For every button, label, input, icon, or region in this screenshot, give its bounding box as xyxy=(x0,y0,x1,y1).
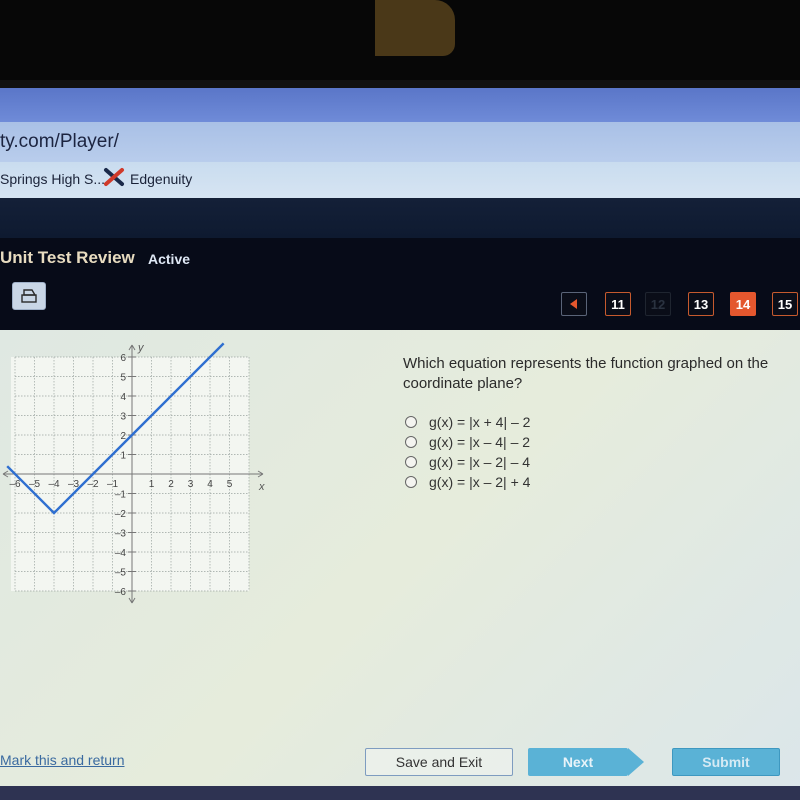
y-tick-label: –1 xyxy=(115,490,127,501)
y-tick-label: 3 xyxy=(120,412,126,423)
print-button[interactable] xyxy=(12,282,46,310)
answer-options: g(x) = |x + 4| – 2 g(x) = |x – 4| – 2 g(… xyxy=(405,412,530,492)
y-tick-label: 6 xyxy=(120,353,126,364)
y-tick-label: –6 xyxy=(115,587,127,598)
x-tick-label: 3 xyxy=(188,479,194,490)
x-tick-label: –4 xyxy=(48,479,60,490)
x-tick-label: –1 xyxy=(107,479,119,490)
edgenuity-x-icon xyxy=(104,168,124,186)
bookmark-edgenuity[interactable]: Edgenuity xyxy=(130,171,192,187)
answer-option[interactable]: g(x) = |x + 4| – 2 xyxy=(405,412,530,432)
x-tick-label: –6 xyxy=(9,479,21,490)
x-tick-label: 1 xyxy=(149,479,155,490)
question-15-button[interactable]: 15 xyxy=(772,292,798,316)
y-axis-label: y xyxy=(137,342,145,354)
question-13-button[interactable]: 13 xyxy=(688,292,714,316)
page-title: Unit Test Review xyxy=(0,248,135,267)
activity-header: Unit Test Review Active 11 12 13 14 15 xyxy=(0,238,800,330)
monitor-bottom-edge xyxy=(0,786,800,800)
previous-question-button[interactable] xyxy=(561,292,587,316)
radio-button[interactable] xyxy=(405,476,417,488)
printer-icon xyxy=(21,289,37,303)
answer-option[interactable]: g(x) = |x – 2| + 4 xyxy=(405,472,530,492)
mark-and-return-link[interactable]: Mark this and return xyxy=(0,752,125,768)
x-axis-label: x xyxy=(258,481,265,493)
answer-option[interactable]: g(x) = |x – 2| – 4 xyxy=(405,452,530,472)
y-tick-label: 5 xyxy=(120,373,126,384)
bookmark-springs-high[interactable]: Springs High S... xyxy=(0,171,105,187)
option-label: g(x) = |x – 4| – 2 xyxy=(429,434,531,450)
next-button[interactable]: Next xyxy=(528,748,628,776)
coordinate-plane-graph: –6 –5 –4 –3 –2 –1 1 2 3 4 5654321–1–2–3–4–5–6xy xyxy=(2,342,265,604)
submit-button[interactable]: Submit xyxy=(672,748,780,776)
option-label: g(x) = |x – 2| – 4 xyxy=(429,454,531,470)
monitor-bezel xyxy=(0,0,800,85)
question-panel: –6 –5 –4 –3 –2 –1 1 2 3 4 5 6 5 4 3 2 1 –1 –2 –3 –4 –5 –6 x y Wh… xyxy=(0,330,800,800)
y-tick-label: –2 xyxy=(115,509,127,520)
y-tick-label: –5 xyxy=(115,568,127,579)
y-tick-label: –4 xyxy=(115,548,127,559)
x-tick-label: 2 xyxy=(168,479,174,490)
answer-option[interactable]: g(x) = |x – 4| – 2 xyxy=(405,432,530,452)
status-label: Active xyxy=(148,251,191,267)
y-tick-label: 4 xyxy=(120,392,126,403)
y-tick-label: –3 xyxy=(115,529,127,540)
option-label: g(x) = |x – 2| + 4 xyxy=(429,474,531,490)
background-object xyxy=(375,0,455,56)
triangle-left-icon xyxy=(570,299,577,309)
url-text[interactable]: ty.com/Player/ xyxy=(0,131,119,153)
page-topbar xyxy=(0,198,800,238)
radio-button[interactable] xyxy=(405,436,417,448)
x-tick-label: 4 xyxy=(207,479,213,490)
question-14-button[interactable]: 14 xyxy=(730,292,756,316)
address-bar[interactable]: ty.com/Player/ xyxy=(0,122,800,162)
radio-button[interactable] xyxy=(405,456,417,468)
browser-titlebar xyxy=(0,88,800,122)
next-button-arrow[interactable] xyxy=(628,748,644,776)
question-11-button[interactable]: 11 xyxy=(605,292,631,316)
option-label: g(x) = |x + 4| – 2 xyxy=(429,414,531,430)
x-tick-label: –2 xyxy=(87,479,99,490)
question-text: Which equation represents the function g… xyxy=(403,355,769,392)
question-12-button: 12 xyxy=(645,292,671,316)
radio-button[interactable] xyxy=(405,416,417,428)
y-tick-label: 1 xyxy=(120,451,126,462)
x-tick-label: 5 xyxy=(227,479,233,490)
save-and-exit-button[interactable]: Save and Exit xyxy=(365,748,513,776)
